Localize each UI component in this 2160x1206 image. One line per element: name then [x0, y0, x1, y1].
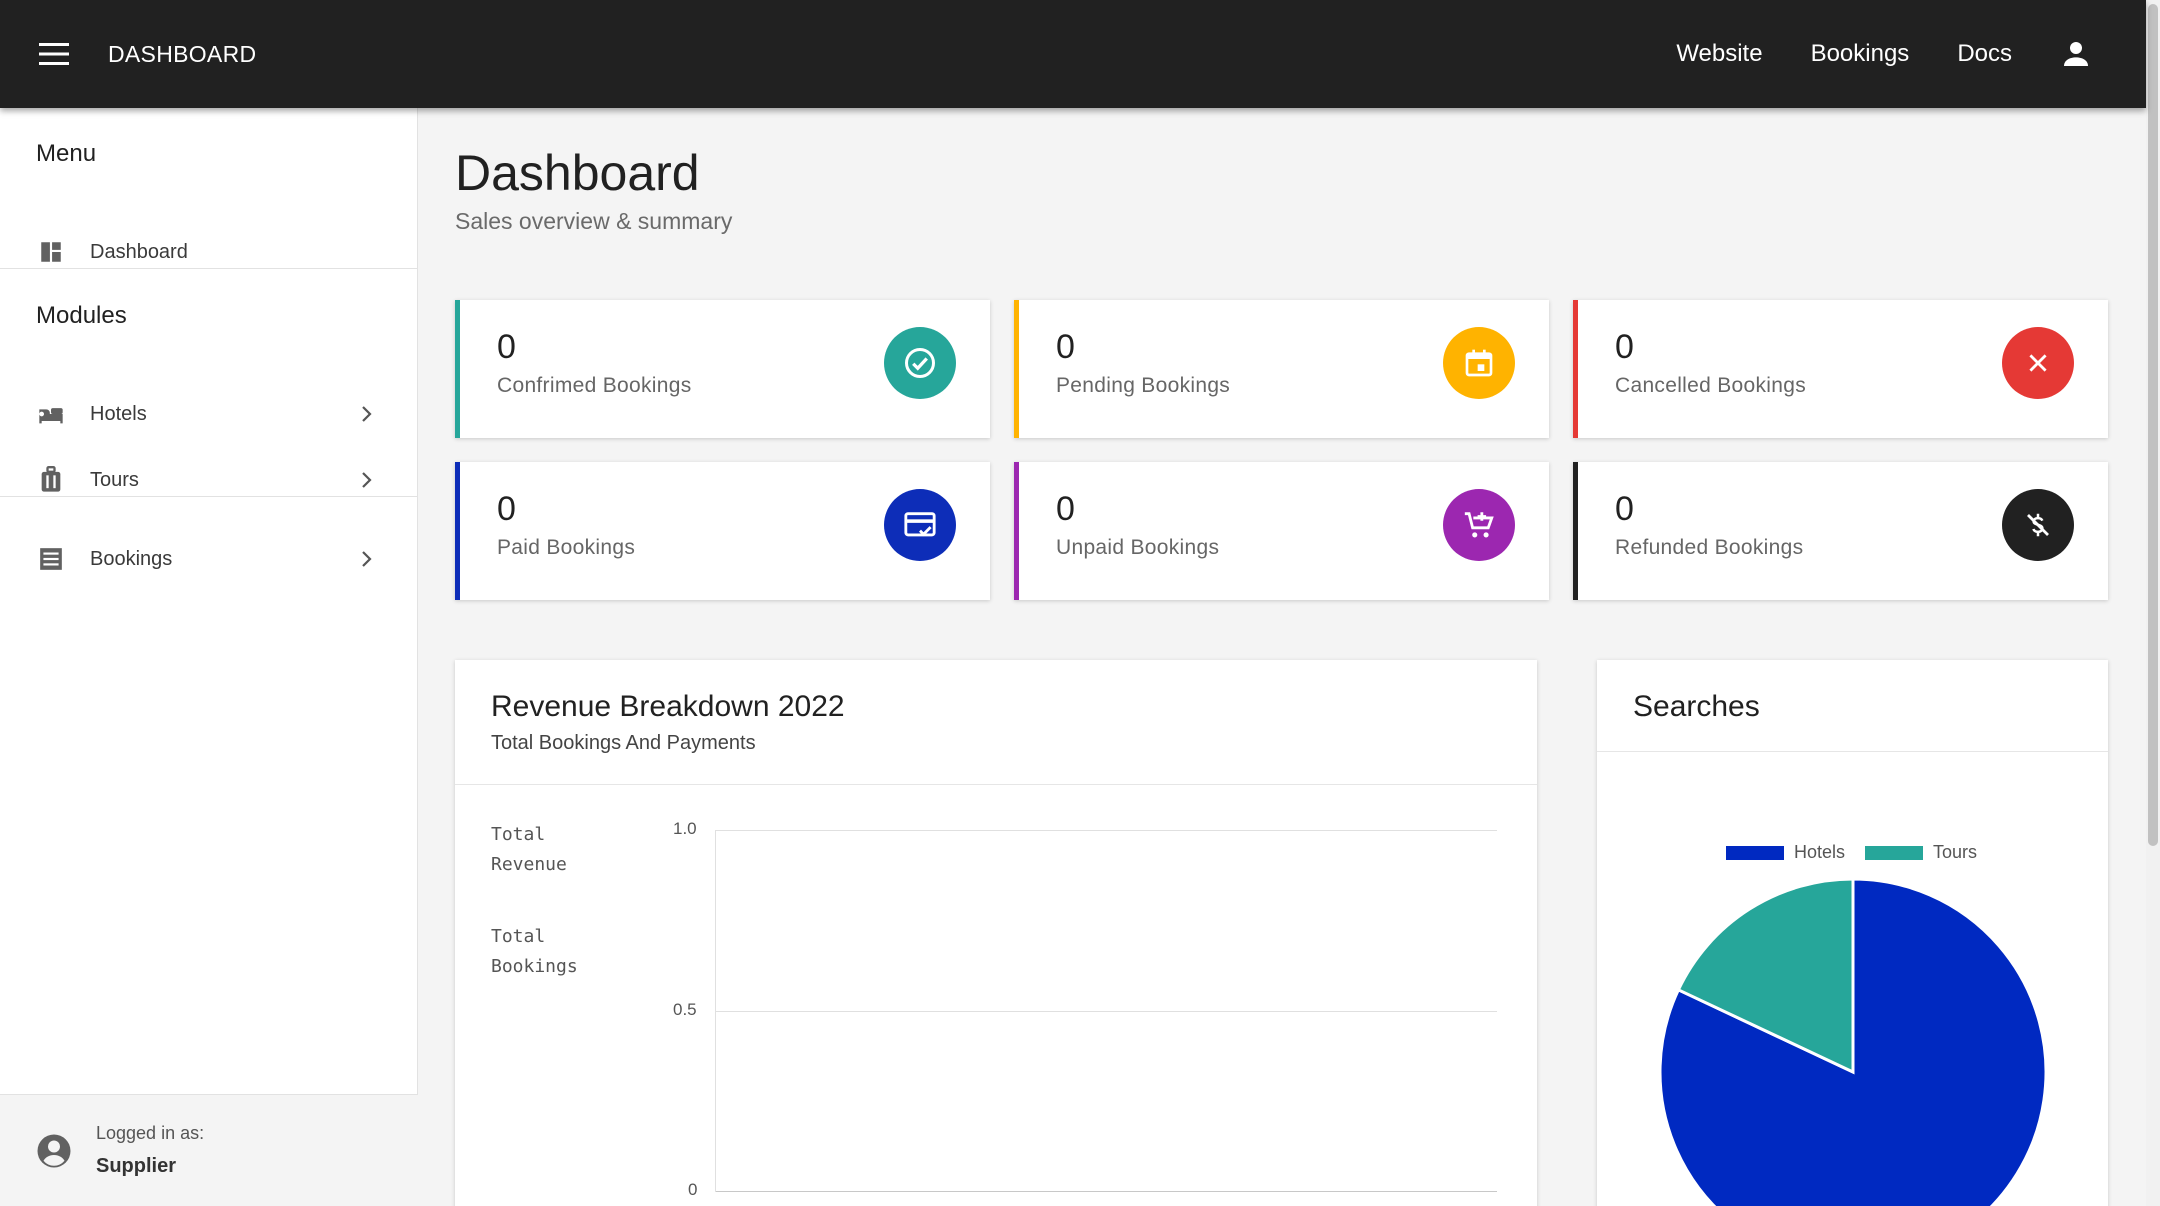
- stat-label: Confrimed Bookings: [497, 374, 692, 397]
- top-app-bar: DASHBOARD Website Bookings Docs: [0, 0, 2146, 108]
- stat-value: 0: [497, 490, 516, 528]
- sidebar-footer: Logged in as: Supplier: [0, 1094, 418, 1206]
- sidebar-menu-title: Menu: [36, 140, 97, 167]
- searches-pie-chart: [1658, 877, 2048, 1206]
- chart-x-axis: [715, 1191, 1497, 1192]
- sidebar-item-label: Dashboard: [90, 240, 188, 263]
- stat-label: Refunded Bookings: [1615, 536, 1804, 559]
- stat-card-refunded[interactable]: 0 Refunded Bookings: [1573, 462, 2108, 600]
- sidebar-item-tours[interactable]: Tours: [0, 452, 418, 508]
- sidebar: Menu Dashboard Modules Hotels Tours Book…: [0, 108, 418, 1206]
- stat-label: Paid Bookings: [497, 536, 636, 559]
- app-brand-title: DASHBOARD: [108, 40, 257, 67]
- chart-gridline: [715, 1011, 1497, 1012]
- y-tick-label: 0: [688, 1180, 698, 1199]
- cart-icon: [1443, 489, 1515, 561]
- panel-divider: [455, 784, 1537, 785]
- stat-value: 0: [1615, 490, 1634, 528]
- stat-value: 0: [497, 328, 516, 366]
- chart-y-axis: [715, 830, 716, 1192]
- check-circle-icon: [884, 327, 956, 399]
- logged-in-user: Supplier: [96, 1155, 177, 1177]
- close-icon: [2002, 327, 2074, 399]
- top-navigation: Website Bookings Docs: [1628, 0, 2100, 108]
- stat-card-paid[interactable]: 0 Paid Bookings: [455, 462, 990, 600]
- nav-link-bookings[interactable]: Bookings: [1811, 40, 1910, 68]
- scrollbar-thumb[interactable]: [2148, 4, 2158, 846]
- stat-card-cancelled[interactable]: 0 Cancelled Bookings: [1573, 300, 2108, 438]
- calendar-icon: [1443, 327, 1515, 399]
- sidebar-divider: [0, 268, 418, 269]
- stat-value: 0: [1056, 490, 1075, 528]
- revenue-panel-subtitle: Total Bookings And Payments: [491, 732, 756, 754]
- card-check-icon: [884, 489, 956, 561]
- hamburger-menu-button[interactable]: [27, 27, 81, 81]
- chevron-right-icon: [352, 466, 380, 494]
- account-circle-icon: [37, 1134, 71, 1168]
- sidebar-divider: [0, 496, 418, 497]
- chart-gridline: [715, 830, 1497, 831]
- bed-icon: [36, 399, 66, 429]
- stat-card-unpaid[interactable]: 0 Unpaid Bookings: [1014, 462, 1549, 600]
- legend-total-bookings: Total Bookings: [491, 926, 578, 977]
- revenue-panel: Revenue Breakdown 2022 Total Bookings An…: [455, 660, 1537, 1206]
- sidebar-item-label: Hotels: [90, 402, 147, 425]
- searches-panel: Searches Hotels Tours: [1597, 660, 2108, 1206]
- page-scrollbar[interactable]: [2146, 0, 2160, 1206]
- stat-label: Unpaid Bookings: [1056, 536, 1220, 559]
- dashboard-icon: [36, 237, 66, 267]
- sidebar-item-label: Bookings: [90, 547, 173, 570]
- logged-in-label: Logged in as:: [96, 1123, 205, 1143]
- stat-value: 0: [1615, 328, 1634, 366]
- stat-label: Pending Bookings: [1056, 374, 1231, 397]
- stat-value: 0: [1056, 328, 1075, 366]
- sidebar-item-hotels[interactable]: Hotels: [0, 386, 418, 442]
- person-icon: [2064, 42, 2088, 66]
- chevron-right-icon: [352, 545, 380, 573]
- stat-card-confirmed[interactable]: 0 Confrimed Bookings: [455, 300, 990, 438]
- no-money-icon: [2002, 489, 2074, 561]
- sidebar-item-bookings[interactable]: Bookings: [0, 531, 418, 587]
- stat-card-pending[interactable]: 0 Pending Bookings: [1014, 300, 1549, 438]
- sidebar-modules-title: Modules: [36, 302, 127, 329]
- nav-link-website[interactable]: Website: [1676, 40, 1762, 68]
- y-tick-label: 0.5: [673, 1000, 697, 1019]
- menu-icon: [39, 43, 69, 65]
- luggage-icon: [36, 465, 66, 495]
- sidebar-item-dashboard[interactable]: Dashboard: [0, 224, 418, 280]
- y-tick-label: 1.0: [673, 819, 697, 838]
- chevron-right-icon: [352, 400, 380, 428]
- revenue-panel-title: Revenue Breakdown 2022: [491, 690, 845, 723]
- page-subtitle: Sales overview & summary: [455, 208, 733, 234]
- stat-label: Cancelled Bookings: [1615, 374, 1807, 397]
- page-title: Dashboard: [455, 145, 700, 201]
- sidebar-item-label: Tours: [90, 468, 139, 491]
- nav-link-docs[interactable]: Docs: [1957, 40, 2012, 68]
- legend-total-revenue: Total Revenue: [491, 824, 567, 875]
- list-icon: [36, 544, 66, 574]
- account-button[interactable]: [2052, 30, 2100, 78]
